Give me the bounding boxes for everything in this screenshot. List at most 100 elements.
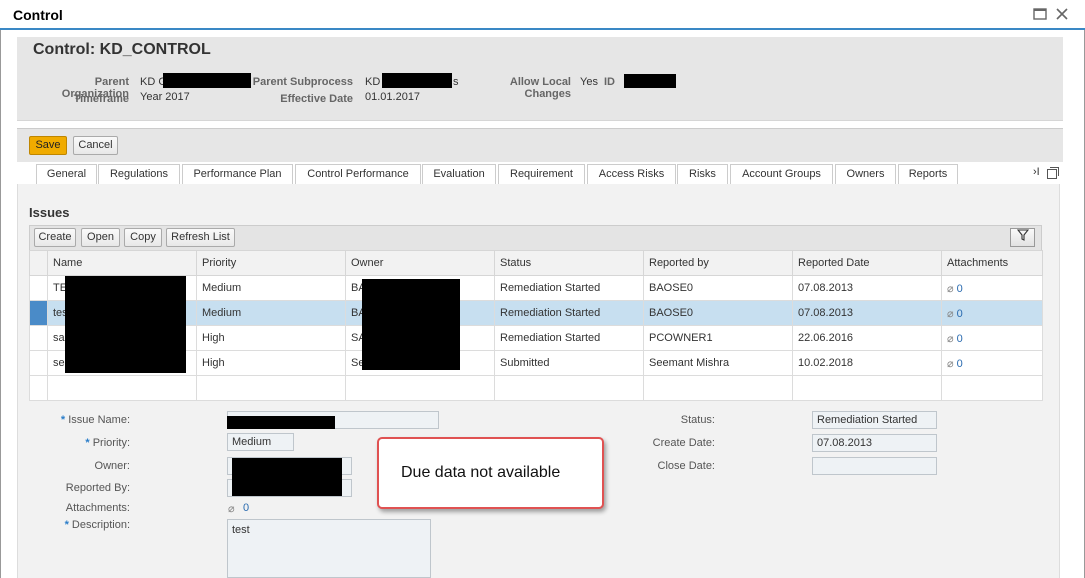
close-date-field[interactable]	[812, 457, 937, 475]
window-border-left	[0, 30, 1, 578]
tab-reports[interactable]: Reports	[898, 164, 958, 184]
table-header-row: Name Priority Owner Status Reported by R…	[29, 250, 1043, 276]
attachments-cell[interactable]: ⌀ 0	[941, 350, 1043, 376]
cancel-button[interactable]: Cancel	[73, 136, 118, 155]
maximize-icon[interactable]	[1032, 7, 1048, 23]
create-date-field[interactable]: 07.08.2013	[812, 434, 937, 452]
status-field[interactable]: Remediation Started	[812, 411, 937, 429]
column-header[interactable]: Attachments	[941, 250, 1043, 276]
annotation-callout-text: Due data not available	[401, 464, 561, 481]
control-toolbar	[17, 128, 1063, 162]
parent-subprocess-value: KD	[365, 76, 381, 88]
id-label: ID	[604, 76, 615, 88]
attachments-count-link[interactable]: 0	[957, 308, 963, 320]
effective-date-label: Effective Date	[280, 93, 353, 105]
table-row-empty	[29, 375, 1043, 401]
tab-overflow-button[interactable]: ›I	[1033, 166, 1040, 178]
timeframe-value: Year 2017	[140, 91, 190, 103]
allow-local-changes-label: Allow Local Changes	[509, 76, 571, 100]
status-cell: Remediation Started	[494, 275, 644, 301]
empty-cell	[345, 375, 495, 401]
attachments-count-link[interactable]: 0	[957, 333, 963, 345]
tab-control-performance[interactable]: Control Performance	[295, 164, 421, 184]
column-header[interactable]: Owner	[345, 250, 495, 276]
row-selector[interactable]	[29, 325, 48, 351]
reported-date-cell: 22.06.2016	[792, 325, 942, 351]
tab-owners[interactable]: Owners	[835, 164, 896, 184]
column-header[interactable]: Reported Date	[792, 250, 942, 276]
tab-requirement[interactable]: Requirement	[498, 164, 585, 184]
row-selector[interactable]	[29, 275, 48, 301]
reported-by-cell: BAOSE0	[643, 300, 793, 326]
tab-list-icon[interactable]	[1047, 167, 1059, 179]
redaction-block	[163, 73, 251, 88]
window-title-bar: Control	[0, 0, 1085, 30]
redaction-block	[362, 279, 460, 370]
reported-date-cell: 07.08.2013	[792, 300, 942, 326]
description-field[interactable]: test	[227, 519, 431, 578]
create-button[interactable]: Create	[34, 228, 76, 247]
tab-general[interactable]: General	[36, 164, 97, 184]
close-icon[interactable]	[1054, 7, 1070, 23]
copy-button[interactable]: Copy	[124, 228, 162, 247]
redaction-block	[382, 73, 452, 88]
reported-by-label: Reported By:	[65, 482, 130, 494]
empty-cell	[196, 375, 346, 401]
description-label: * Description:	[64, 519, 130, 531]
reported-by-cell: PCOWNER1	[643, 325, 793, 351]
refresh-list-button[interactable]: Refresh List	[166, 228, 235, 247]
attachments-label: Attachments:	[65, 502, 130, 514]
attachments-count-link[interactable]: 0	[957, 283, 963, 295]
open-button[interactable]: Open	[81, 228, 120, 247]
tab-regulations[interactable]: Regulations	[98, 164, 180, 184]
parent-subprocess-label: Parent Subprocess	[252, 76, 353, 88]
paperclip-icon: ⌀	[947, 332, 954, 345]
attachments-cell[interactable]: ⌀ 0	[941, 325, 1043, 351]
column-header[interactable]: Reported by	[643, 250, 793, 276]
redaction-block	[232, 458, 342, 496]
row-selector[interactable]	[29, 350, 48, 376]
tab-account-groups[interactable]: Account Groups	[730, 164, 833, 184]
paperclip-icon: ⌀	[947, 357, 954, 370]
save-button[interactable]: Save	[29, 136, 67, 155]
row-selector[interactable]	[29, 300, 48, 326]
tab-risks[interactable]: Risks	[677, 164, 728, 184]
redaction-block	[624, 74, 676, 88]
tab-evaluation[interactable]: Evaluation	[422, 164, 496, 184]
effective-date-value: 01.01.2017	[365, 91, 421, 103]
reported-by-cell: Seemant Mishra	[643, 350, 793, 376]
redaction-block	[227, 416, 335, 429]
allow-local-changes-value: Yes	[580, 76, 598, 88]
column-header[interactable]: Priority	[196, 250, 346, 276]
owner-label: Owner:	[94, 460, 130, 472]
tab-access-risks[interactable]: Access Risks	[587, 164, 676, 184]
tab-performance-plan[interactable]: Performance Plan	[182, 164, 293, 184]
empty-cell	[494, 375, 644, 401]
timeframe-label: Timeframe	[73, 93, 129, 105]
empty-cell	[643, 375, 793, 401]
redaction-block	[65, 276, 186, 373]
attachments-count-link[interactable]: 0	[957, 358, 963, 370]
paperclip-icon: ⌀	[947, 282, 954, 295]
paperclip-icon: ⌀	[947, 307, 954, 320]
issue-name-label: * Issue Name:	[60, 414, 130, 426]
empty-cell	[941, 375, 1043, 401]
status-cell: Submitted	[494, 350, 644, 376]
filter-icon[interactable]	[1010, 228, 1035, 247]
paperclip-icon: ⌀	[228, 503, 235, 515]
attachments-cell[interactable]: ⌀ 0	[941, 275, 1043, 301]
priority-field[interactable]: Medium	[227, 433, 294, 451]
attachments-cell[interactable]: ⌀ 0	[941, 300, 1043, 326]
priority-cell: Medium	[196, 300, 346, 326]
row-selector[interactable]	[29, 375, 48, 401]
attachments-count-link[interactable]: 0	[243, 502, 249, 514]
priority-cell: Medium	[196, 275, 346, 301]
column-header[interactable]: Name	[47, 250, 197, 276]
window-title: Control	[13, 7, 63, 23]
column-header[interactable]: Status	[494, 250, 644, 276]
reported-date-cell: 07.08.2013	[792, 275, 942, 301]
issues-title: Issues	[29, 205, 70, 220]
row-selector-header[interactable]	[29, 250, 48, 276]
priority-label: * Priority:	[85, 437, 130, 449]
status-cell: Remediation Started	[494, 325, 644, 351]
